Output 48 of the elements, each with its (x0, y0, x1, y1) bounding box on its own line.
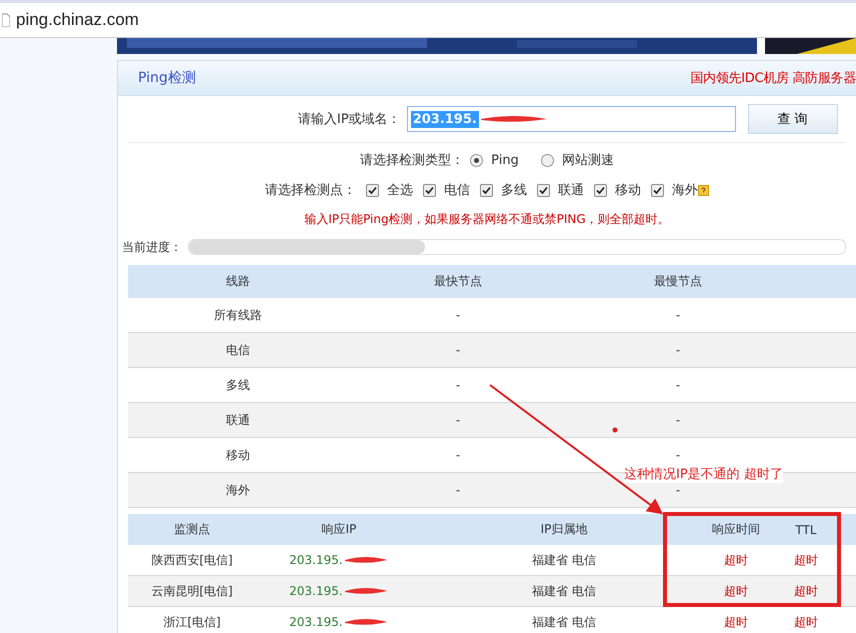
promo-link[interactable]: 国内领先IDC机房 高防服务器 (690, 69, 856, 87)
checkbox-label: 联通 (558, 182, 584, 199)
radio-button[interactable] (470, 154, 484, 166)
column-header: 响应IP (256, 514, 422, 545)
table-cell: 福建省 电信 (422, 576, 706, 607)
column-header: 线路 (128, 265, 348, 298)
progress-label: 当前进度： (122, 238, 182, 256)
table-cell: - (348, 473, 568, 508)
checkbox[interactable] (537, 184, 550, 196)
ip-text: 203.195. (289, 584, 343, 598)
query-button[interactable]: 查 询 (748, 104, 838, 134)
address-url[interactable]: ping.chinaz.com (16, 10, 139, 30)
radio-button[interactable] (540, 154, 554, 166)
checkbox[interactable] (423, 184, 436, 196)
table-cell: 海外 (128, 473, 348, 508)
radio-label: Ping (491, 152, 519, 168)
annotation-dot (612, 428, 618, 432)
column-header: IP归属地 (422, 514, 706, 545)
table-cell: - (568, 333, 856, 368)
type-label: 请选择检测类型： (360, 152, 464, 169)
column-header: 最快节点 (348, 265, 568, 298)
panel-title: Ping检测 (138, 69, 196, 87)
checkbox[interactable] (480, 184, 493, 196)
checkbox-label: 海外 (672, 182, 698, 199)
ip-text: 203.195. (289, 553, 343, 567)
points-label: 请选择检测点： (265, 182, 356, 199)
help-icon[interactable] (698, 184, 709, 196)
notice-text: 输入IP只能Ping检测，如果服务器网络不通或禁PING，则全部超时。 (304, 210, 670, 228)
table-cell: - (348, 403, 568, 438)
column-header: 响应时间 (706, 514, 766, 545)
checkbox[interactable] (366, 184, 379, 196)
table-cell: 联通 (128, 403, 348, 438)
table-cell: - (348, 333, 568, 368)
table-cell: 电信 (128, 333, 348, 368)
table-cell: 云南昆明[电信] (128, 576, 256, 607)
column-header: TTL (766, 514, 856, 545)
checkbox[interactable] (651, 184, 664, 196)
column-header: 最慢节点 (568, 265, 856, 298)
checkbox-label: 移动 (615, 182, 641, 199)
radio-label: 网站测速 (562, 152, 614, 169)
ip-text: 203.195. (289, 615, 343, 629)
checkbox-label: 电信 (444, 182, 470, 199)
checkbox-label: 多线 (501, 182, 527, 199)
query-label: 请输入IP或域名： (298, 111, 401, 128)
column-header: 监测点 (128, 514, 256, 545)
checkbox-label: 全选 (387, 182, 413, 199)
checkbox[interactable] (594, 184, 607, 196)
table-cell: - (568, 403, 856, 438)
